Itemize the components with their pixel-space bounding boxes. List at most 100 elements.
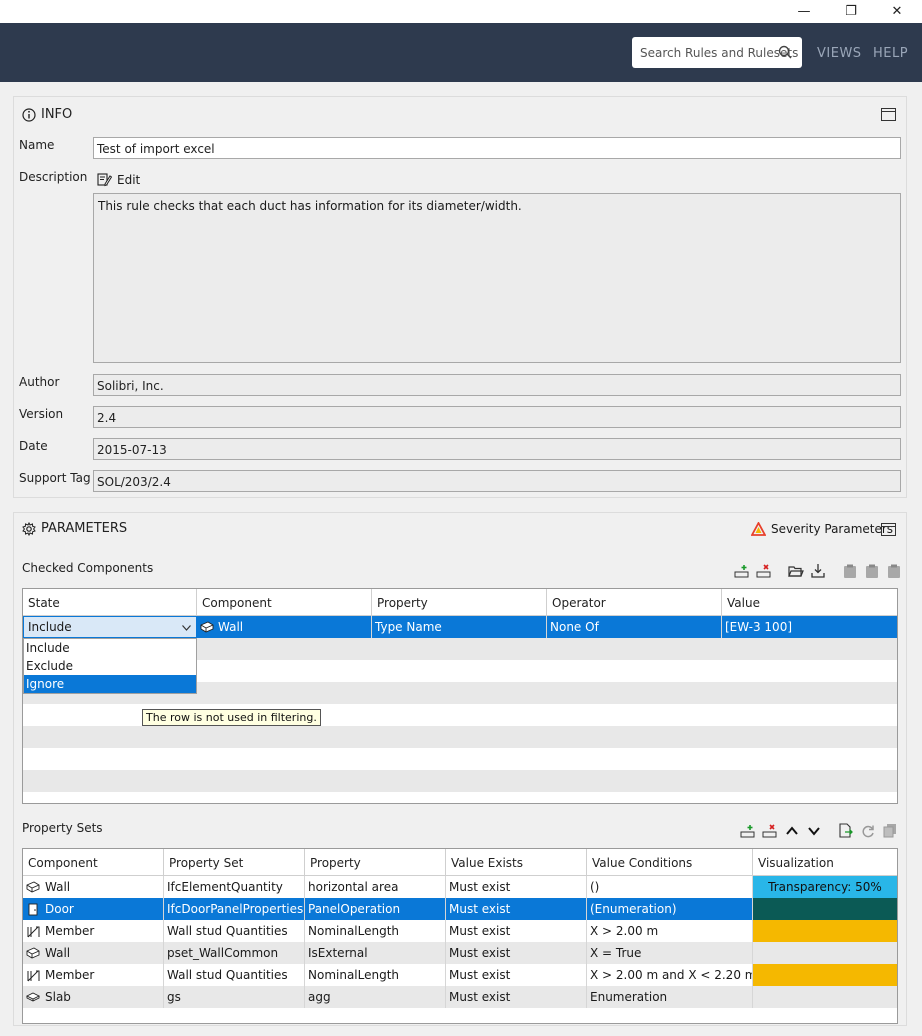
dropdown-option-include[interactable]: Include [24, 639, 196, 657]
move-up-icon[interactable] [784, 823, 800, 839]
property-set-cell[interactable]: pset_WallCommon [164, 942, 305, 964]
operator-cell[interactable]: None Of [547, 616, 722, 638]
panel-collapse-icon[interactable] [881, 523, 896, 536]
property-set-cell[interactable]: Wall stud Quantities [164, 964, 305, 986]
remove-row-icon[interactable] [762, 823, 778, 839]
value-conditions-cell[interactable]: X > 2.00 m [587, 920, 753, 942]
table-row[interactable]: Member Wall stud Quantities NominalLengt… [23, 964, 897, 986]
value-cell[interactable]: [EW-3 100] [722, 616, 897, 638]
tooltip: The row is not used in filtering. [142, 709, 321, 726]
property-sets-toolbar [740, 823, 898, 839]
property-cell[interactable]: IsExternal [305, 942, 446, 964]
refresh-icon[interactable] [860, 823, 876, 839]
visualization-cell[interactable] [753, 898, 897, 920]
search-input[interactable]: Search Rules and Rulesets [632, 37, 802, 68]
column-header[interactable]: Property [305, 849, 446, 875]
add-row-icon[interactable] [740, 823, 756, 839]
copy-icon[interactable] [882, 823, 898, 839]
component-cell[interactable]: Slab [23, 986, 164, 1008]
open-folder-icon[interactable] [788, 563, 804, 579]
severity-parameters-button[interactable]: Severity Parameters [751, 522, 893, 536]
value-conditions-cell[interactable]: X > 2.00 m and X < 2.20 m [587, 964, 753, 986]
visualization-cell[interactable] [753, 942, 897, 964]
views-link[interactable]: VIEWS [817, 46, 862, 61]
dropdown-option-exclude[interactable]: Exclude [24, 657, 196, 675]
panel-collapse-icon[interactable] [881, 108, 896, 121]
minimize-button[interactable]: — [781, 0, 827, 23]
table-row[interactable]: Wall IfcElementQuantity horizontal area … [23, 876, 897, 898]
property-cell[interactable]: NominalLength [305, 964, 446, 986]
property-set-cell[interactable]: Wall stud Quantities [164, 920, 305, 942]
visualization-swatch [753, 986, 897, 1008]
version-field[interactable]: 2.4 [93, 406, 901, 428]
component-cell[interactable]: Door [23, 898, 164, 920]
help-link[interactable]: HELP [873, 46, 908, 61]
component-cell[interactable]: Wall [23, 876, 164, 898]
clipboard-icon[interactable] [864, 563, 880, 579]
visualization-cell[interactable]: Transparency: 50% [753, 876, 897, 898]
move-down-icon[interactable] [806, 823, 822, 839]
property-cell[interactable]: Type Name [372, 616, 547, 638]
description-label: Description [19, 170, 88, 184]
restore-button[interactable]: ❐ [828, 0, 874, 23]
column-header[interactable]: Property [372, 589, 547, 615]
visualization-cell[interactable] [753, 986, 897, 1008]
value-conditions-cell[interactable]: X = True [587, 942, 753, 964]
description-field[interactable]: This rule checks that each duct has info… [93, 193, 901, 363]
state-dropdown[interactable]: Include [23, 616, 197, 638]
close-button[interactable]: ✕ [874, 0, 920, 23]
table-row[interactable]: Wall pset_WallCommon IsExternal Must exi… [23, 942, 897, 964]
clipboard-icon[interactable] [842, 563, 858, 579]
download-icon[interactable] [810, 563, 826, 579]
empty-row [23, 748, 897, 770]
date-field[interactable]: 2015-07-13 [93, 438, 901, 460]
column-header[interactable]: State [23, 589, 197, 615]
column-header[interactable]: Property Set [164, 849, 305, 875]
value-exists-cell[interactable]: Must exist [446, 898, 587, 920]
value-conditions-cell[interactable]: Enumeration [587, 986, 753, 1008]
column-header[interactable]: Component [197, 589, 372, 615]
edit-button[interactable]: Edit [97, 172, 140, 187]
author-field[interactable]: Solibri, Inc. [93, 374, 901, 396]
name-field[interactable]: Test of import excel [93, 137, 901, 159]
component-cell[interactable]: Member [23, 964, 164, 986]
export-icon[interactable] [838, 823, 854, 839]
property-set-cell[interactable]: gs [164, 986, 305, 1008]
property-cell[interactable]: NominalLength [305, 920, 446, 942]
value-exists-cell[interactable]: Must exist [446, 964, 587, 986]
dropdown-option-ignore[interactable]: Ignore [24, 675, 196, 693]
table-row[interactable]: Door IfcDoorPanelProperties PanelOperati… [23, 898, 897, 920]
component-cell[interactable]: Member [23, 920, 164, 942]
property-set-cell[interactable]: IfcDoorPanelProperties [164, 898, 305, 920]
column-header[interactable]: Value [722, 589, 897, 615]
column-header[interactable]: Component [23, 849, 164, 875]
component-cell[interactable]: Wall [23, 942, 164, 964]
clipboard-icon[interactable] [886, 563, 902, 579]
value-exists-cell[interactable]: Must exist [446, 986, 587, 1008]
value-conditions-cell[interactable]: () [587, 876, 753, 898]
column-header[interactable]: Operator [547, 589, 722, 615]
visualization-cell[interactable] [753, 964, 897, 986]
column-header[interactable]: Visualization [753, 849, 897, 875]
property-cell[interactable]: horizontal area [305, 876, 446, 898]
table-row[interactable]: Member Wall stud Quantities NominalLengt… [23, 920, 897, 942]
column-header[interactable]: Value Exists [446, 849, 587, 875]
remove-row-icon[interactable] [756, 563, 772, 579]
support-tag-field[interactable]: SOL/203/2.4 [93, 470, 901, 492]
property-cell[interactable]: PanelOperation [305, 898, 446, 920]
search-icon[interactable] [778, 45, 792, 59]
visualization-cell[interactable] [753, 920, 897, 942]
slab-icon [26, 992, 40, 1002]
value-conditions-cell[interactable]: (Enumeration) [587, 898, 753, 920]
add-row-icon[interactable] [734, 563, 750, 579]
column-header[interactable]: Value Conditions [587, 849, 753, 875]
component-cell[interactable]: Wall [197, 616, 372, 638]
table-row[interactable]: Slab gs agg Must exist Enumeration [23, 986, 897, 1008]
property-set-cell[interactable]: IfcElementQuantity [164, 876, 305, 898]
chevron-down-icon[interactable] [182, 625, 191, 631]
value-exists-cell[interactable]: Must exist [446, 876, 587, 898]
value-exists-cell[interactable]: Must exist [446, 920, 587, 942]
property-cell[interactable]: agg [305, 986, 446, 1008]
author-label: Author [19, 375, 60, 389]
value-exists-cell[interactable]: Must exist [446, 942, 587, 964]
